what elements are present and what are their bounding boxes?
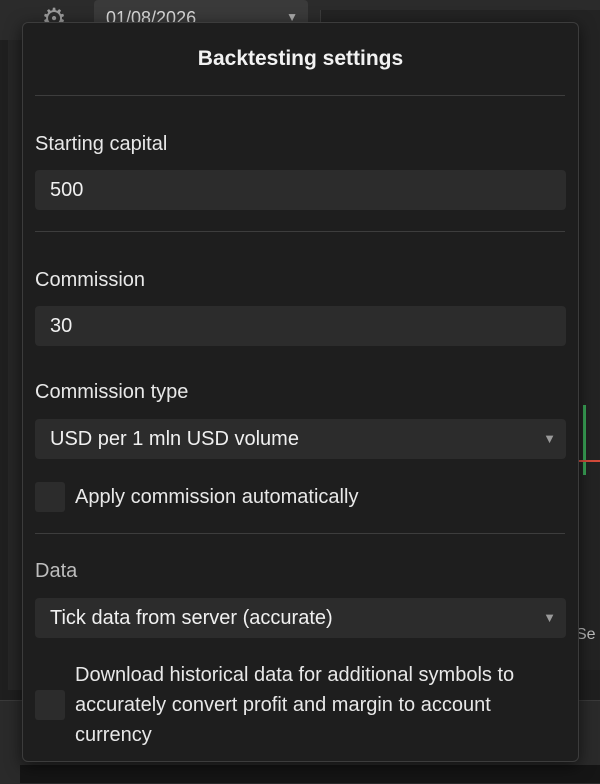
starting-capital-input[interactable]: 500 (35, 170, 566, 210)
apply-commission-label[interactable]: Apply commission automatically (75, 482, 358, 512)
apply-commission-checkbox[interactable] (35, 482, 65, 512)
chevron-down-icon: ▼ (543, 431, 556, 446)
data-source-select[interactable]: Tick data from server (accurate) ▼ (35, 598, 566, 638)
backtesting-settings-dialog: Backtesting settings Starting capital 50… (22, 22, 579, 762)
divider (35, 95, 565, 96)
download-history-label[interactable]: Download historical data for additional … (75, 660, 570, 750)
commission-type-select[interactable]: USD per 1 mln USD volume ▼ (35, 419, 566, 459)
bottom-strip (20, 765, 600, 783)
commission-type-value: USD per 1 mln USD volume (50, 428, 299, 450)
left-panel-edge (8, 40, 22, 690)
dialog-title: Backtesting settings (197, 47, 404, 70)
chart-candle (583, 405, 586, 475)
starting-capital-value: 500 (50, 179, 84, 201)
commission-type-label: Commission type (35, 381, 189, 403)
divider (35, 533, 565, 534)
data-source-value: Tick data from server (accurate) (50, 607, 333, 629)
chart-price-line (578, 460, 600, 462)
commission-value: 30 (50, 315, 73, 337)
divider (35, 231, 565, 232)
starting-capital-label: Starting capital (35, 133, 168, 155)
commission-input[interactable]: 30 (35, 306, 566, 346)
download-history-checkbox[interactable] (35, 690, 65, 720)
data-section-label: Data (35, 560, 78, 582)
commission-label: Commission (35, 269, 146, 291)
chevron-down-icon: ▼ (543, 610, 556, 625)
